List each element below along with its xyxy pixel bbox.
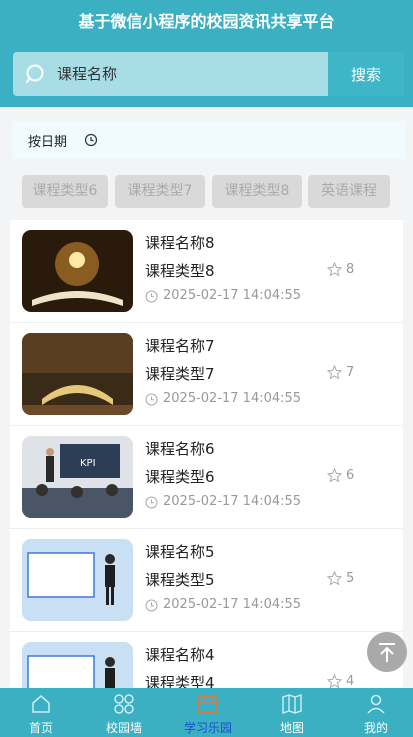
favorite-count: 8 [346, 262, 355, 277]
search-input[interactable] [57, 52, 327, 96]
list-item[interactable]: 课程名称7 课程类型7 7 2025-02-17 14:04:55 [10, 323, 403, 426]
clock-icon [145, 599, 158, 612]
app-title: 基于微信小程序的校园资讯共享平台 [78, 12, 335, 31]
star-icon [327, 365, 342, 380]
arrow-up-icon [379, 643, 395, 662]
publish-time: 2025-02-17 14:04:55 [163, 391, 302, 406]
category-tab[interactable]: 英语课程 [308, 175, 390, 208]
star-icon [327, 262, 342, 277]
classroom-kpi-image: KPI [22, 436, 133, 518]
favorite-count: 5 [346, 571, 355, 586]
back-to-top-button[interactable] [367, 632, 407, 672]
course-name: 课程名称4 [145, 646, 215, 664]
tab-label: 地图 [279, 721, 304, 735]
presenter-board-image [22, 642, 133, 690]
tab-campus-wall[interactable]: 校园墙 [94, 688, 154, 737]
tab-profile[interactable]: 我的 [346, 688, 406, 737]
course-name: 课程名称6 [145, 440, 215, 458]
map-icon [282, 694, 302, 714]
list-item[interactable]: 课程名称8 课程类型8 8 2025-02-17 14:04:55 [10, 220, 403, 323]
category-tabs: 课程类型6 课程类型7 课程类型8 英语课程 [0, 175, 413, 209]
clock-icon [145, 496, 158, 509]
list-item[interactable]: 课程名称4 课程类型4 4 [10, 632, 403, 690]
course-name: 课程名称7 [145, 337, 215, 355]
publish-time: 2025-02-17 14:04:55 [163, 597, 302, 612]
header: 基于微信小程序的校园资讯共享平台 搜索 [0, 0, 413, 107]
tab-label: 我的 [363, 721, 388, 735]
date-filter[interactable]: 按日期 [12, 121, 405, 159]
tab-learning[interactable]: 学习乐园 [178, 688, 238, 737]
search-button[interactable]: 搜索 [328, 52, 404, 96]
date-filter-label: 按日期 [28, 135, 68, 150]
category-tab[interactable]: 课程类型6 [22, 175, 108, 208]
grid-icon [114, 694, 134, 714]
favorite-count: 7 [346, 365, 355, 380]
tab-label: 学习乐园 [183, 721, 232, 735]
category-tab[interactable]: 课程类型7 [115, 175, 205, 208]
list-item[interactable]: 课程名称5 课程类型5 5 2025-02-17 14:04:55 [10, 529, 403, 632]
course-type: 课程类型5 [145, 571, 215, 589]
course-type: 课程类型8 [145, 262, 215, 280]
tab-map[interactable]: 地图 [262, 688, 322, 737]
course-type: 课程类型6 [145, 468, 215, 486]
bottom-tab-bar: 首页 校园墙 学习乐园 地图 我的 [0, 688, 413, 737]
course-name: 课程名称5 [145, 543, 215, 561]
presenter-board-image [22, 539, 133, 621]
calendar-icon [198, 695, 218, 713]
search-icon [26, 64, 44, 83]
publish-time: 2025-02-17 14:04:55 [163, 494, 302, 509]
clock-icon [84, 133, 98, 147]
star-icon [327, 571, 342, 586]
home-icon [32, 695, 50, 713]
star-icon [327, 468, 342, 483]
tab-home[interactable]: 首页 [11, 688, 71, 737]
search-bar: 搜索 [13, 52, 404, 96]
book-light-image [22, 230, 133, 312]
favorite-count: 6 [346, 468, 355, 483]
category-tab[interactable]: 课程类型8 [212, 175, 302, 208]
clock-icon [145, 290, 158, 303]
favorite-count: 4 [346, 674, 355, 689]
svg-text:KPI: KPI [80, 458, 96, 469]
open-book-image [22, 333, 133, 415]
course-name: 课程名称8 [145, 234, 215, 252]
user-icon [367, 694, 385, 714]
tab-label: 首页 [28, 721, 53, 735]
list-item[interactable]: KPI 课程名称6 课程类型6 6 2025-02-17 14:04:55 [10, 426, 403, 529]
publish-time: 2025-02-17 14:04:55 [163, 288, 302, 303]
course-list: 课程名称8 课程类型8 8 2025-02-17 14:04:55 课程名称7 … [10, 220, 403, 690]
tab-label: 校园墙 [105, 721, 142, 735]
star-icon [327, 674, 342, 689]
course-type: 课程类型7 [145, 365, 215, 383]
clock-icon [145, 393, 158, 406]
